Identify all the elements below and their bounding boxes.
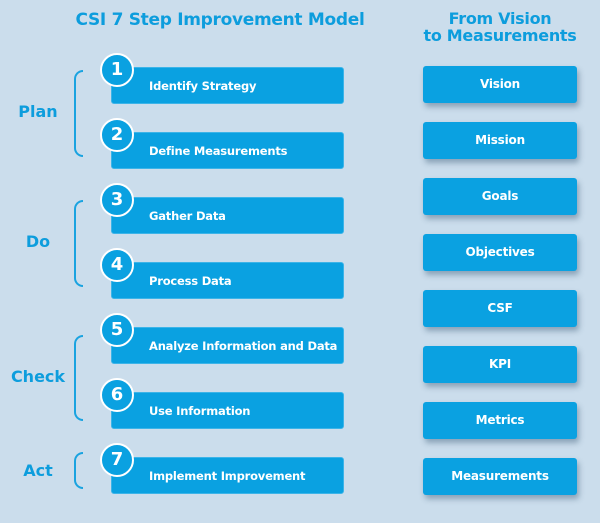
step-number-badge: 3 — [100, 183, 134, 217]
step-number-badge: 5 — [100, 313, 134, 347]
step-number-badge: 4 — [100, 248, 134, 282]
step-label: Define Measurements — [149, 144, 288, 158]
bracket-check — [74, 335, 83, 421]
phase-label-act: Act — [23, 461, 53, 480]
step-label: Analyze Information and Data — [149, 339, 338, 353]
bracket-act — [74, 452, 83, 489]
vm-box-kpi: KPI — [423, 346, 577, 383]
step-2: 2 Define Measurements — [100, 118, 344, 169]
step-number-badge: 6 — [100, 378, 134, 412]
step-label: Implement Improvement — [149, 469, 306, 483]
vm-box-csf: CSF — [423, 290, 577, 327]
phase-label-check: Check — [10, 367, 66, 386]
vm-box-goals: Goals — [423, 178, 577, 215]
vm-box-objectives: Objectives — [423, 234, 577, 271]
step-6: 6 Use Information — [100, 378, 344, 429]
vision-title-line-1: From Vision — [448, 9, 552, 28]
step-label: Process Data — [149, 274, 232, 288]
step-label: Identify Strategy — [149, 79, 257, 93]
bracket-plan — [74, 70, 83, 157]
bracket-do — [74, 200, 83, 287]
vm-box-measurements: Measurements — [423, 458, 577, 495]
csi-model-title: CSI 7 Step Improvement Model — [75, 10, 365, 30]
step-number-badge: 2 — [100, 118, 134, 152]
step-7: 7 Implement Improvement — [100, 443, 344, 494]
step-1: 1 Identify Strategy — [100, 53, 344, 104]
step-label: Gather Data — [149, 209, 226, 223]
step-4: 4 Process Data — [100, 248, 344, 299]
step-number-badge: 7 — [100, 443, 134, 477]
phase-label-plan: Plan — [18, 102, 58, 121]
step-label: Use Information — [149, 404, 251, 418]
vision-to-measurements-title: From Vision to Measurements — [410, 10, 590, 44]
vm-box-vision: Vision — [423, 66, 577, 103]
vm-box-mission: Mission — [423, 122, 577, 159]
phase-label-do: Do — [25, 232, 51, 251]
vm-box-metrics: Metrics — [423, 402, 577, 439]
step-number-badge: 1 — [100, 53, 134, 87]
vision-title-line-2: to Measurements — [423, 26, 577, 45]
step-3: 3 Gather Data — [100, 183, 344, 234]
step-5: 5 Analyze Information and Data — [100, 313, 344, 364]
